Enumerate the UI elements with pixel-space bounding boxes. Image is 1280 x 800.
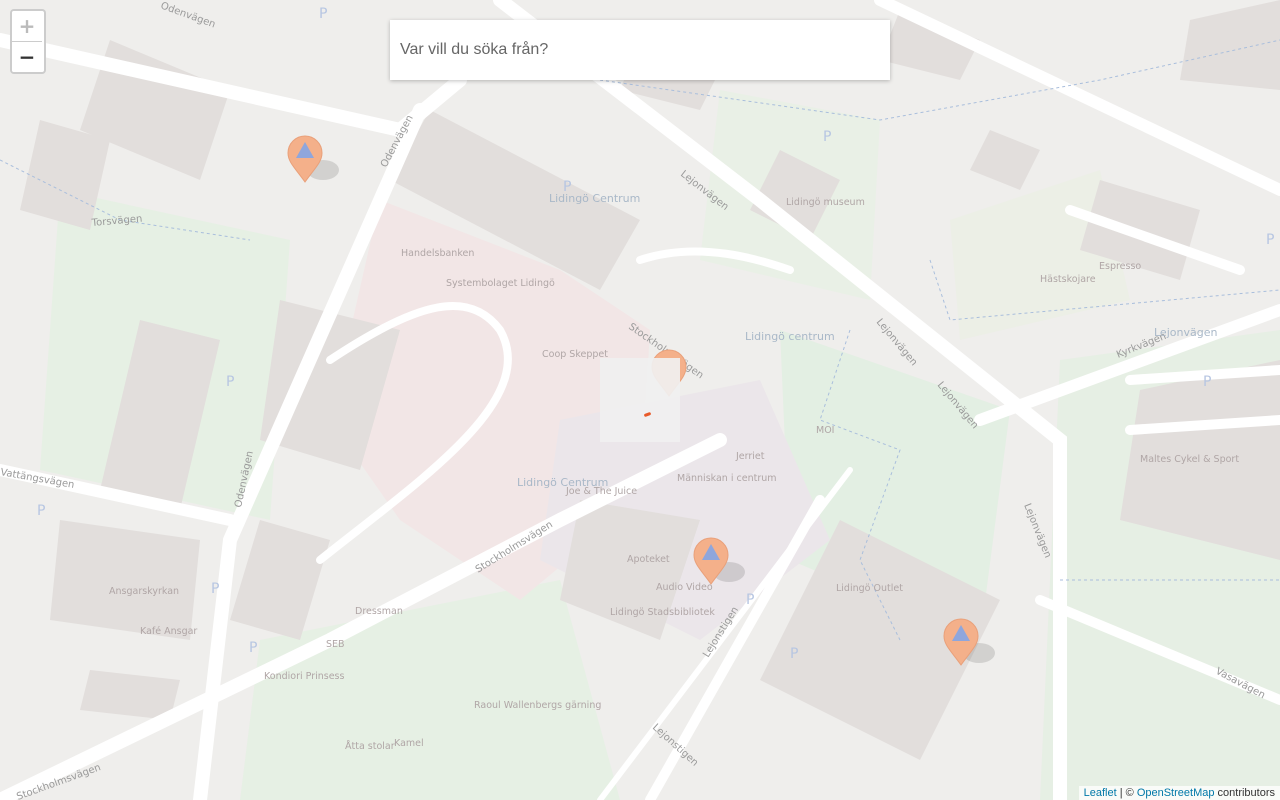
search-input[interactable]	[390, 20, 890, 80]
map-pin[interactable]	[693, 537, 745, 585]
loading-spinner-icon	[643, 411, 652, 418]
loading-overlay	[600, 358, 680, 442]
map-pin[interactable]	[287, 135, 339, 183]
attribution-separator: | ©	[1116, 787, 1137, 799]
attribution-suffix: contributors	[1214, 787, 1275, 799]
map-attribution: Leaflet | © OpenStreetMap contributors	[1078, 786, 1280, 800]
zoom-control: + −	[10, 9, 46, 74]
search-box	[390, 20, 890, 80]
openstreetmap-link[interactable]: OpenStreetMap	[1137, 787, 1215, 799]
map-pin[interactable]	[943, 618, 995, 666]
leaflet-link[interactable]: Leaflet	[1084, 787, 1117, 799]
zoom-in-button[interactable]: +	[12, 11, 42, 42]
zoom-out-button[interactable]: −	[12, 42, 42, 72]
